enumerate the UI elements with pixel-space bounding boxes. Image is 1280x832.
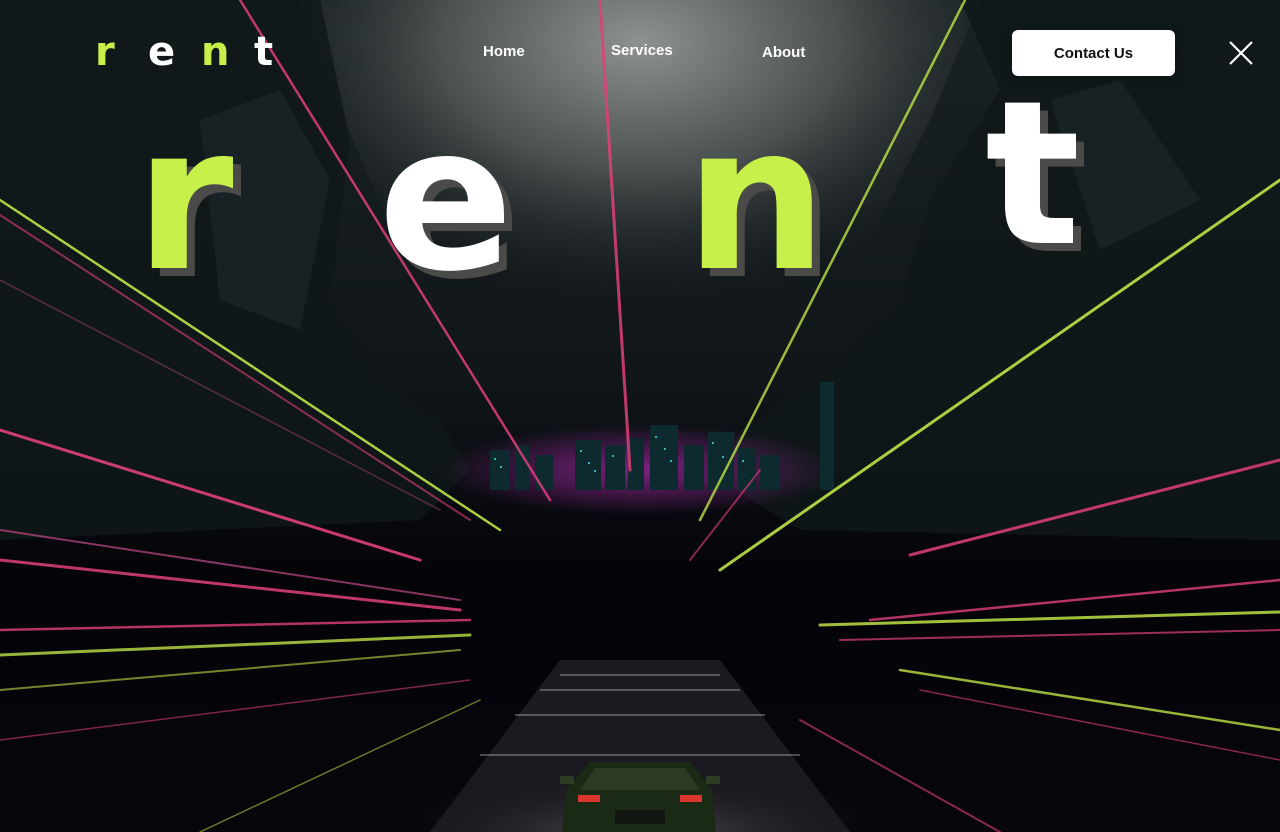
hero-letter-e: e <box>378 83 514 316</box>
logo-letter-t: t <box>254 29 274 75</box>
logo-letter-n: n <box>201 29 230 75</box>
brand-logo[interactable]: r e n t <box>95 32 307 72</box>
nav-link-about[interactable]: About <box>762 44 805 61</box>
hero-letter-t: t <box>985 58 1081 291</box>
car-illustration <box>560 762 720 832</box>
hero-letter-r: r <box>135 83 234 316</box>
close-icon[interactable] <box>1226 38 1256 68</box>
logo-letter-r: r <box>95 29 115 75</box>
nav-link-services[interactable]: Services <box>611 42 673 59</box>
nav-link-home[interactable]: Home <box>483 43 525 60</box>
hero-letter-n: n <box>685 83 828 316</box>
logo-letter-e: e <box>148 29 176 75</box>
